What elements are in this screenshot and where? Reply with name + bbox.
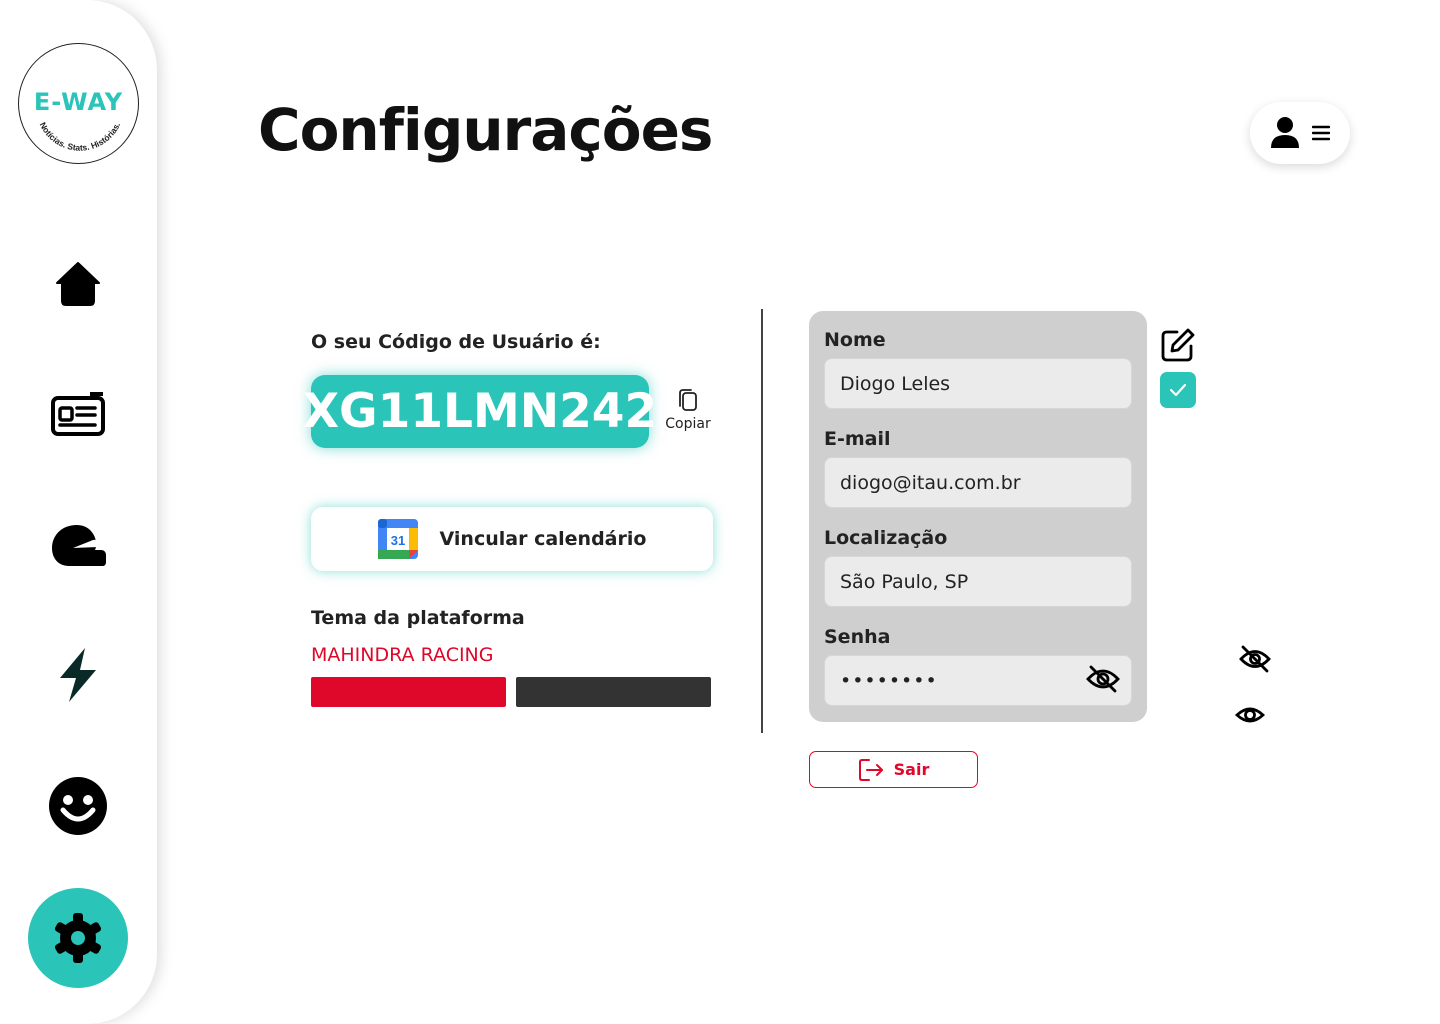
- sidebar-item-news[interactable]: [48, 385, 108, 445]
- logo-text: E-WAY: [33, 88, 124, 116]
- email-field[interactable]: diogo@itau.com.br: [824, 457, 1132, 508]
- email-label: E-mail: [824, 428, 891, 450]
- user-icon: [1271, 117, 1299, 148]
- logout-button[interactable]: Sair: [809, 751, 978, 788]
- sidebar: Notícias. Stats. Histórias. E-WAY: [0, 0, 157, 1024]
- sidebar-item-profile[interactable]: [48, 776, 108, 836]
- smile-icon: [49, 777, 107, 835]
- link-calendar-button[interactable]: 31 Vincular calendário: [311, 507, 713, 571]
- name-label: Nome: [824, 329, 886, 351]
- theme-label: Tema da plataforma: [311, 607, 525, 629]
- brand-logo[interactable]: Notícias. Stats. Histórias. E-WAY: [18, 43, 139, 164]
- copy-label: Copiar: [665, 416, 711, 432]
- bolt-icon: [60, 648, 96, 702]
- name-field[interactable]: Diogo Leles: [824, 358, 1132, 409]
- news-icon: [51, 392, 105, 436]
- eye-icon[interactable]: [1235, 702, 1265, 728]
- google-calendar-icon: 31: [377, 519, 418, 559]
- sidebar-item-home[interactable]: [48, 253, 108, 313]
- menu-icon: [1312, 125, 1330, 141]
- theme-swatch-red[interactable]: [311, 677, 506, 707]
- location-label: Localização: [824, 527, 948, 549]
- user-menu-button[interactable]: [1250, 102, 1350, 164]
- page-title: Configurações: [258, 96, 713, 164]
- user-code-value: XG11LMN242: [302, 384, 658, 439]
- helmet-icon: [52, 525, 106, 566]
- copy-button[interactable]: Copiar: [662, 388, 714, 434]
- link-calendar-label: Vincular calendário: [439, 528, 647, 550]
- edit-icon[interactable]: [1159, 326, 1197, 364]
- sidebar-item-energy[interactable]: [48, 645, 108, 705]
- password-label: Senha: [824, 626, 891, 648]
- theme-name: MAHINDRA RACING: [311, 644, 494, 666]
- user-code-label: O seu Código de Usuário é:: [311, 331, 601, 353]
- calendar-day: 31: [390, 533, 404, 548]
- check-icon: [1169, 383, 1187, 397]
- user-code-box: XG11LMN242: [303, 375, 657, 448]
- theme-swatch-dark[interactable]: [516, 677, 711, 707]
- logout-label: Sair: [893, 760, 930, 779]
- svg-text:Notícias. Stats. Histórias.: Notícias. Stats. Histórias.: [38, 120, 123, 152]
- logout-icon: [858, 758, 883, 781]
- logo-tagline: Notícias. Stats. Histórias.: [38, 120, 123, 152]
- location-field[interactable]: São Paulo, SP: [824, 556, 1132, 607]
- save-check-button[interactable]: [1160, 372, 1196, 408]
- password-hide-icon[interactable]: [1085, 664, 1121, 694]
- home-icon: [56, 262, 100, 306]
- sidebar-item-drivers[interactable]: [48, 515, 108, 575]
- column-divider: [761, 309, 763, 733]
- gear-icon: [54, 913, 102, 963]
- eye-off-icon[interactable]: [1238, 644, 1272, 674]
- sidebar-item-settings[interactable]: [28, 888, 128, 988]
- copy-icon: [679, 389, 697, 411]
